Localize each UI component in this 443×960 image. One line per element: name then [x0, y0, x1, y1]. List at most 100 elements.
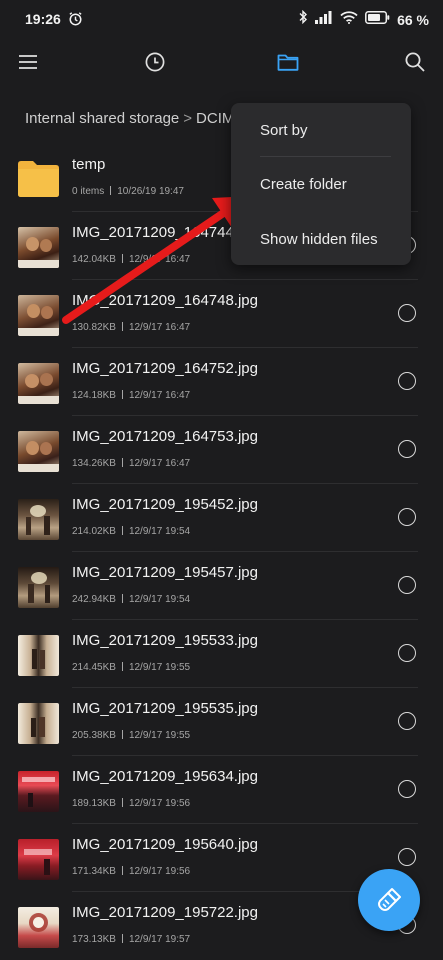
file-name: IMG_20171209_164752.jpg	[72, 360, 258, 377]
file-date: 12/9/17 19:54	[128, 594, 191, 605]
image-thumbnail	[18, 907, 59, 948]
list-item[interactable]: IMG_20171209_195634.jpg 189.13KB 12/9/17 …	[0, 756, 443, 824]
file-name: IMG_20171209_195640.jpg	[72, 836, 258, 853]
file-meta: 142.04KB 12/9/17 16:47	[72, 254, 190, 265]
file-meta: 124.18KB 12/9/17 16:47	[72, 390, 190, 401]
select-radio[interactable]	[398, 372, 416, 390]
folder-icon	[18, 158, 59, 199]
wifi-icon	[340, 10, 358, 29]
file-meta: 189.13KB 12/9/17 19:56	[72, 798, 190, 809]
select-radio[interactable]	[398, 440, 416, 458]
image-thumbnail	[18, 431, 59, 472]
breadcrumb: Internal shared storage > DCIM	[25, 110, 234, 127]
file-meta: 242.94KB 12/9/17 19:54	[72, 594, 190, 605]
file-name: IMG_20171209_195457.jpg	[72, 564, 258, 581]
image-thumbnail	[18, 635, 59, 676]
file-date: 10/26/19 19:47	[117, 186, 184, 197]
file-size: 189.13KB	[72, 798, 116, 809]
status-right: 66 %	[299, 9, 429, 29]
file-name: IMG_20171209_164753.jpg	[72, 428, 258, 445]
file-size: 130.82KB	[72, 322, 116, 333]
overflow-menu: Sort by Create folder Show hidden files	[231, 103, 411, 265]
file-size: 124.18KB	[72, 390, 116, 401]
alarm-icon	[68, 11, 83, 31]
menu-item-sort-by[interactable]: Sort by	[260, 122, 308, 139]
signal-icon	[315, 10, 333, 29]
image-thumbnail	[18, 363, 59, 404]
file-name: IMG_20171209_195634.jpg	[72, 768, 258, 785]
image-thumbnail	[18, 295, 59, 336]
list-item[interactable]: IMG_20171209_164752.jpg 124.18KB 12/9/17 …	[0, 348, 443, 416]
file-size: 205.38KB	[72, 730, 116, 741]
file-name: IMG_20171209_195722.jpg	[72, 904, 258, 921]
select-radio[interactable]	[398, 712, 416, 730]
brush-clean-icon	[374, 885, 404, 920]
toolbar	[0, 38, 443, 86]
file-date: 12/9/17 16:47	[128, 322, 191, 333]
file-size: 134.26KB	[72, 458, 116, 469]
file-meta: 214.02KB 12/9/17 19:54	[72, 526, 190, 537]
image-thumbnail	[18, 771, 59, 812]
image-thumbnail	[18, 703, 59, 744]
file-meta: 0 items 10/26/19 19:47	[72, 186, 184, 197]
status-bar: 19:26 66 %	[0, 0, 443, 38]
breadcrumb-separator: >	[183, 110, 193, 127]
folder-icon[interactable]	[276, 50, 300, 74]
select-radio[interactable]	[398, 780, 416, 798]
menu-item-show-hidden-files[interactable]: Show hidden files	[260, 231, 378, 248]
file-size: 242.94KB	[72, 594, 116, 605]
file-size: 173.13KB	[72, 934, 116, 945]
file-meta: 214.45KB 12/9/17 19:55	[72, 662, 190, 673]
file-meta: 130.82KB 12/9/17 16:47	[72, 322, 190, 333]
clean-fab-button[interactable]	[358, 869, 420, 931]
file-date: 12/9/17 19:55	[128, 662, 191, 673]
file-date: 12/9/17 16:47	[128, 254, 191, 265]
file-name: IMG_20171209_195533.jpg	[72, 632, 258, 649]
menu-item-create-folder[interactable]: Create folder	[260, 176, 347, 193]
file-size: 142.04KB	[72, 254, 116, 265]
file-date: 12/9/17 16:47	[128, 458, 191, 469]
list-item[interactable]: IMG_20171209_195535.jpg 205.38KB 12/9/17 …	[0, 688, 443, 756]
file-date: 12/9/17 19:54	[128, 526, 191, 537]
menu-divider	[260, 156, 391, 157]
list-item[interactable]: IMG_20171209_195452.jpg 214.02KB 12/9/17 …	[0, 484, 443, 552]
select-radio[interactable]	[398, 848, 416, 866]
list-item[interactable]: IMG_20171209_195533.jpg 214.45KB 12/9/17 …	[0, 620, 443, 688]
file-size: 0 items	[72, 186, 105, 197]
file-date: 12/9/17 19:57	[128, 934, 191, 945]
status-time: 19:26	[25, 11, 61, 27]
select-radio[interactable]	[398, 644, 416, 662]
battery-icon	[365, 10, 390, 29]
image-thumbnail	[18, 567, 59, 608]
image-thumbnail	[18, 839, 59, 880]
select-radio[interactable]	[398, 304, 416, 322]
list-item[interactable]: IMG_20171209_164753.jpg 134.26KB 12/9/17 …	[0, 416, 443, 484]
list-item[interactable]: IMG_20171209_195457.jpg 242.94KB 12/9/17 …	[0, 552, 443, 620]
file-meta: 134.26KB 12/9/17 16:47	[72, 458, 190, 469]
file-size: 214.02KB	[72, 526, 116, 537]
file-meta: 173.13KB 12/9/17 19:57	[72, 934, 190, 945]
bluetooth-icon	[299, 9, 308, 29]
select-radio[interactable]	[398, 576, 416, 594]
file-meta: 205.38KB 12/9/17 19:55	[72, 730, 190, 741]
file-size: 214.45KB	[72, 662, 116, 673]
search-icon[interactable]	[403, 50, 427, 74]
file-date: 12/9/17 19:56	[128, 798, 191, 809]
list-item[interactable]: IMG_20171209_164748.jpg 130.82KB 12/9/17 …	[0, 280, 443, 348]
recent-clock-icon[interactable]	[143, 50, 167, 74]
select-radio[interactable]	[398, 508, 416, 526]
image-thumbnail	[18, 227, 59, 268]
menu-icon[interactable]	[16, 50, 40, 74]
breadcrumb-root[interactable]: Internal shared storage	[25, 110, 179, 127]
battery-percent: 66 %	[397, 11, 429, 28]
breadcrumb-current[interactable]: DCIM	[196, 110, 234, 127]
file-name: IMG_20171209_195452.jpg	[72, 496, 258, 513]
file-name: IMG_20171209_164748.jpg	[72, 292, 258, 309]
file-date: 12/9/17 19:55	[128, 730, 191, 741]
file-date: 12/9/17 19:56	[128, 866, 191, 877]
file-meta: 171.34KB 12/9/17 19:56	[72, 866, 190, 877]
file-date: 12/9/17 16:47	[128, 390, 191, 401]
file-size: 171.34KB	[72, 866, 116, 877]
file-name: IMG_20171209_195535.jpg	[72, 700, 258, 717]
file-name: temp	[72, 156, 106, 173]
